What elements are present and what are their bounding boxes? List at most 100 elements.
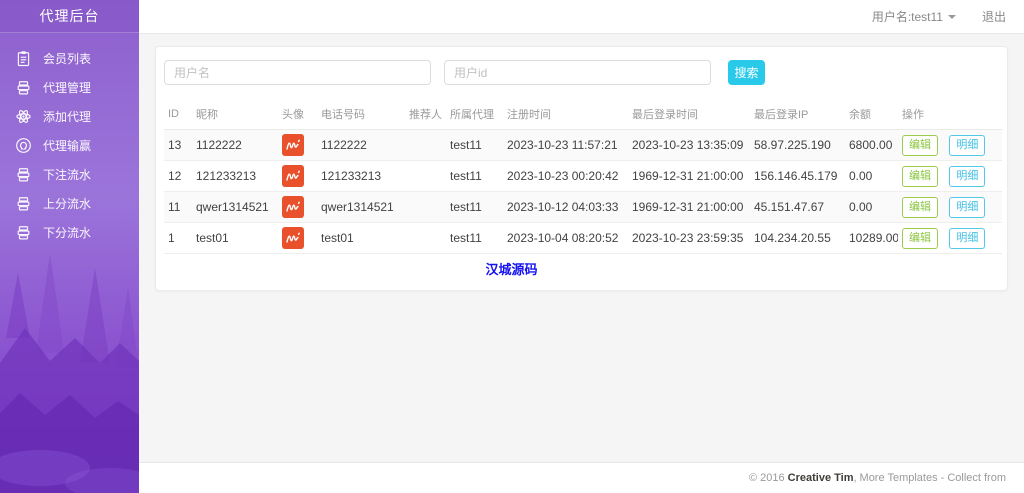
cell-agent: test11 — [446, 223, 503, 254]
cell-referrer — [405, 130, 446, 161]
brand-name: Creative Tim — [788, 472, 854, 484]
edit-button[interactable]: 编辑 — [902, 228, 938, 249]
col-header-phone: 电话号码 — [317, 102, 405, 130]
cell-nickname: qwer1314521 — [192, 192, 278, 223]
table-row: 13 1122222 1122222 test11 2023-10-23 11:… — [164, 130, 1002, 161]
forest-background-image — [0, 243, 139, 493]
cell-agent: test11 — [446, 192, 503, 223]
sidebar-item-deposit-flow[interactable]: 上分流水 — [0, 189, 139, 218]
sidebar-item-label: 会员列表 — [43, 50, 91, 67]
col-header-referrer: 推荐人 — [405, 102, 446, 130]
cell-id: 11 — [164, 192, 192, 223]
avatar — [282, 165, 304, 187]
clipboard-icon — [14, 50, 32, 68]
avatar-signature-icon — [284, 168, 302, 184]
cell-referrer — [405, 223, 446, 254]
detail-button[interactable]: 明细 — [949, 228, 985, 249]
footer-suffix: - Collect from — [941, 472, 1006, 484]
avatar-signature-icon — [284, 199, 302, 215]
footer: © 2016 Creative Tim , More Templates - C… — [139, 462, 1024, 493]
ledger-icon — [14, 195, 32, 213]
col-header-nickname: 昵称 — [192, 102, 278, 130]
edit-button[interactable]: 编辑 — [902, 166, 938, 187]
cell-last-login-time: 2023-10-23 13:35:09 — [628, 130, 750, 161]
sidebar-item-label: 代理管理 — [43, 79, 91, 96]
sidebar-item-label: 下分流水 — [43, 224, 91, 241]
cell-last-login-time: 2023-10-23 23:59:35 — [628, 223, 750, 254]
main-area: 用户名: test11 退出 搜索 ID 昵称 头像 电话号码 推荐人 — [139, 0, 1024, 493]
atom-icon — [14, 108, 32, 126]
avatar-signature-icon — [284, 137, 302, 153]
username-label: 用户名: — [872, 8, 911, 25]
username-dropdown[interactable]: 用户名: test11 — [872, 8, 956, 25]
topbar: 用户名: test11 退出 — [139, 0, 1024, 34]
footer-separator: , — [853, 472, 856, 484]
cell-reg-time: 2023-10-23 11:57:21 — [503, 130, 628, 161]
col-header-actions: 操作 — [898, 102, 1002, 130]
more-templates-link[interactable]: More Templates — [860, 472, 938, 484]
cell-referrer — [405, 161, 446, 192]
col-header-avatar: 头像 — [278, 102, 317, 130]
logout-button[interactable]: 退出 — [982, 8, 1006, 25]
avatar — [282, 196, 304, 218]
username-value: test11 — [911, 10, 943, 24]
sidebar-item-agent-winloss[interactable]: 代理输赢 — [0, 131, 139, 160]
cell-id: 12 — [164, 161, 192, 192]
sidebar-item-label: 上分流水 — [43, 195, 91, 212]
edit-button[interactable]: 编辑 — [902, 135, 938, 156]
sidebar: 代理后台 会员列表 代理管理 添加代理 代理输赢 — [0, 0, 139, 493]
col-header-last-login-time: 最后登录时间 — [628, 102, 750, 130]
detail-button[interactable]: 明细 — [949, 166, 985, 187]
cell-id: 1 — [164, 223, 192, 254]
cell-reg-time: 2023-10-23 00:20:42 — [503, 161, 628, 192]
watermark-link[interactable]: 汉城源码 — [94, 254, 929, 284]
avatar — [282, 134, 304, 156]
sidebar-item-agent-manage[interactable]: 代理管理 — [0, 73, 139, 102]
cell-phone: 1122222 — [317, 130, 405, 161]
app-title: 代理后台 — [0, 0, 139, 33]
col-header-last-login-ip: 最后登录IP — [750, 102, 845, 130]
cell-last-login-ip: 156.146.45.179 — [750, 161, 845, 192]
ledger-icon — [14, 224, 32, 242]
cell-last-login-ip: 45.151.47.67 — [750, 192, 845, 223]
sidebar-item-bet-flow[interactable]: 下注流水 — [0, 160, 139, 189]
cell-phone: test01 — [317, 223, 405, 254]
userid-search-input[interactable] — [444, 60, 711, 85]
sidebar-item-member-list[interactable]: 会员列表 — [0, 44, 139, 73]
detail-button[interactable]: 明细 — [949, 135, 985, 156]
cell-agent: test11 — [446, 161, 503, 192]
cell-referrer — [405, 192, 446, 223]
table-row: 1 test01 test01 test11 2023-10-04 08:20:… — [164, 223, 1002, 254]
sidebar-item-label: 下注流水 — [43, 166, 91, 183]
cell-agent: test11 — [446, 130, 503, 161]
cell-nickname: test01 — [192, 223, 278, 254]
member-list-card: 搜索 ID 昵称 头像 电话号码 推荐人 所属代理 注册时间 最后登录时间 最后… — [155, 46, 1008, 291]
cell-balance: 10289.00 — [845, 223, 898, 254]
col-header-id: ID — [164, 102, 192, 130]
sidebar-item-label: 添加代理 — [43, 108, 91, 125]
table-body: 13 1122222 1122222 test11 2023-10-23 11:… — [164, 130, 1002, 254]
cell-last-login-ip: 104.234.20.55 — [750, 223, 845, 254]
search-button[interactable]: 搜索 — [728, 60, 765, 85]
cell-last-login-ip: 58.97.225.190 — [750, 130, 845, 161]
cell-reg-time: 2023-10-12 04:03:33 — [503, 192, 628, 223]
table-row: 11 qwer1314521 qwer1314521 test11 2023-1… — [164, 192, 1002, 223]
edit-button[interactable]: 编辑 — [902, 197, 938, 218]
sidebar-nav: 会员列表 代理管理 添加代理 代理输赢 下注流水 — [0, 33, 139, 247]
cell-phone: qwer1314521 — [317, 192, 405, 223]
col-header-reg-time: 注册时间 — [503, 102, 628, 130]
content: 搜索 ID 昵称 头像 电话号码 推荐人 所属代理 注册时间 最后登录时间 最后… — [139, 34, 1024, 462]
cell-id: 13 — [164, 130, 192, 161]
ledger-icon — [14, 79, 32, 97]
cell-reg-time: 2023-10-04 08:20:52 — [503, 223, 628, 254]
detail-button[interactable]: 明细 — [949, 197, 985, 218]
avatar-signature-icon — [284, 230, 302, 246]
sidebar-item-add-agent[interactable]: 添加代理 — [0, 102, 139, 131]
avatar — [282, 227, 304, 249]
cell-nickname: 121233213 — [192, 161, 278, 192]
cell-last-login-time: 1969-12-31 21:00:00 — [628, 192, 750, 223]
cell-balance: 6800.00 — [845, 130, 898, 161]
username-search-input[interactable] — [164, 60, 431, 85]
cell-nickname: 1122222 — [192, 130, 278, 161]
sidebar-item-withdraw-flow[interactable]: 下分流水 — [0, 218, 139, 247]
